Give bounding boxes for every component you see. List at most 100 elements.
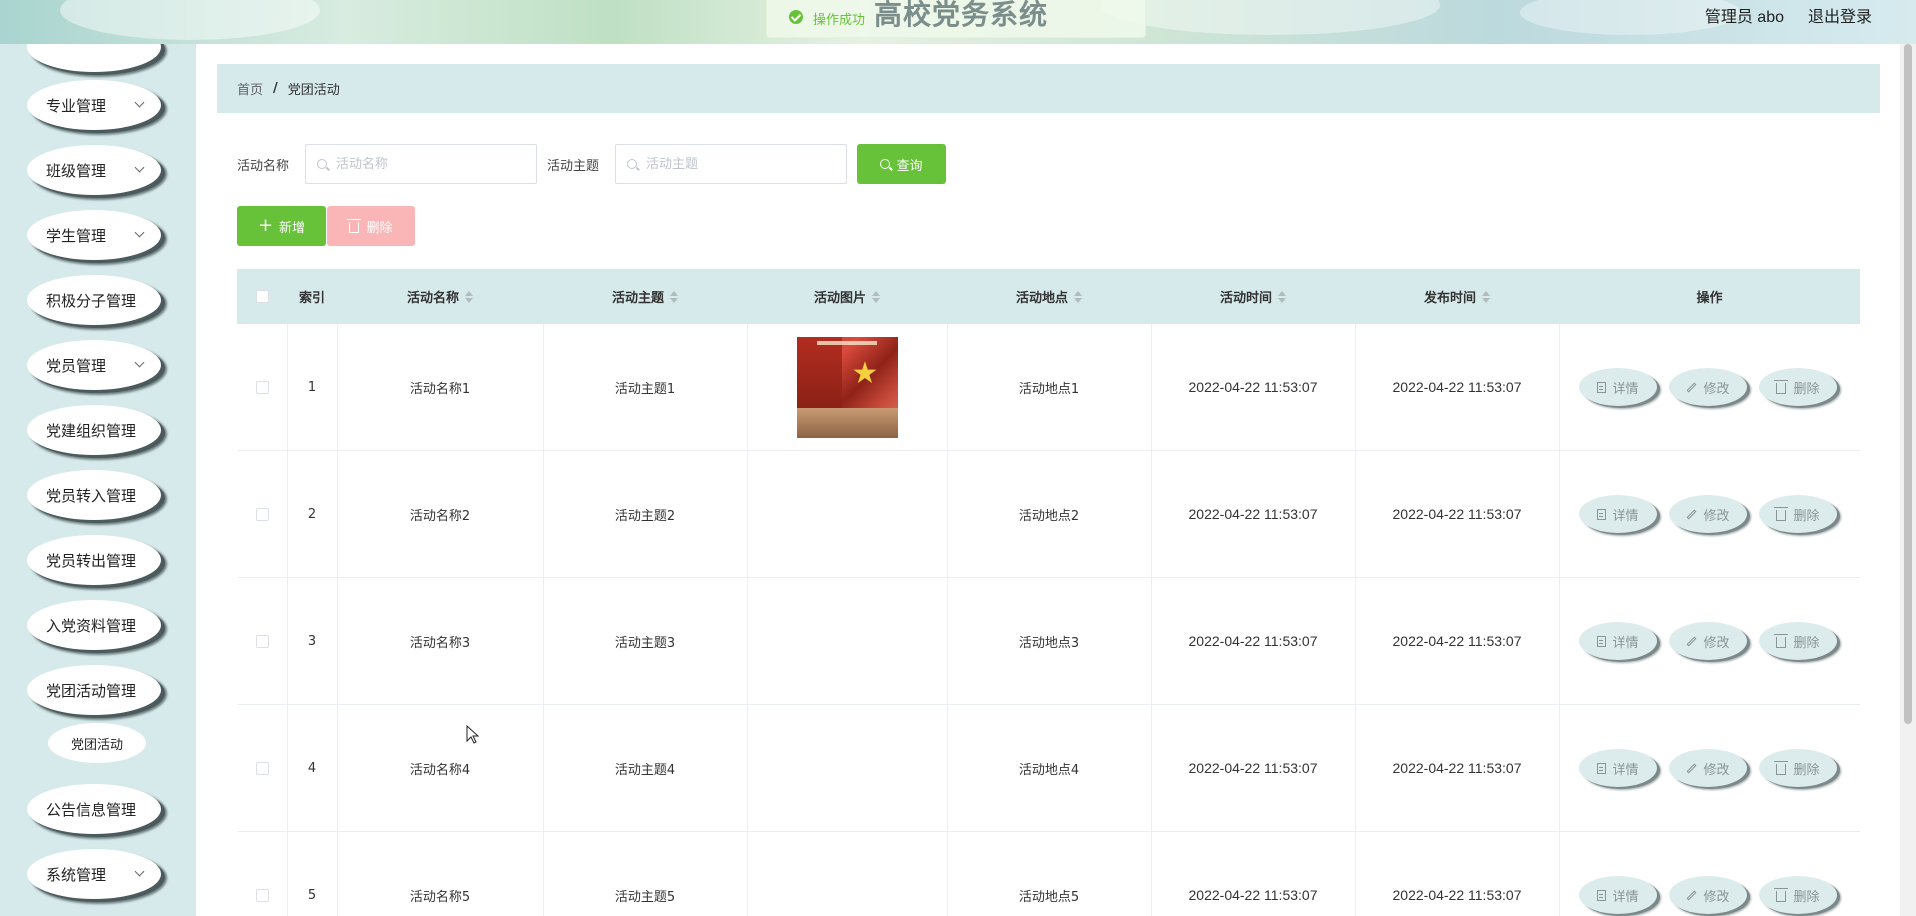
row-delete-button-label: 删除 [1793,381,1820,397]
sidebar-item[interactable]: 班级管理 [27,145,161,195]
sidebar-subitem-activities[interactable]: 党团活动 [48,723,146,763]
sort-caret-icon[interactable] [1482,290,1490,303]
column-header[interactable]: 发布时间 [1355,269,1559,324]
cell-activity-place: 活动地点3 [1018,635,1080,651]
sidebar-item[interactable]: 入党资料管理 [27,600,161,650]
table-row: 4 活动名称4 活动主题4 活动地点4 2022-04-22 11:53:07 2022-… [237,705,1860,832]
detail-button[interactable]: 详情 [1579,876,1657,914]
row-checkbox[interactable] [255,761,269,775]
column-header[interactable]: 活动主题 [543,269,747,324]
detail-button-label: 详情 [1612,889,1639,905]
edit-button-label: 修改 [1703,635,1730,651]
table-row: 1 活动名称1 活动主题1 ★ 活动地点1 2022-04-22 11:53:07 2022… [237,324,1860,451]
cell-index: 5 [307,887,317,903]
column-header[interactable]: 活动地点 [947,269,1151,324]
sidebar-item-label: 公告信息管理 [46,800,137,819]
column-header[interactable]: 活动时间 [1151,269,1355,324]
sort-caret-icon[interactable] [670,290,678,303]
sidebar-item[interactable]: 学生管理 [27,210,161,260]
scrollbar-thumb[interactable] [1904,44,1912,724]
activity-photo[interactable]: ★ [796,336,898,438]
cell-activity-place: 活动地点4 [1018,762,1080,778]
column-header: 操作 [1559,269,1860,324]
cell-activity-image [747,832,947,916]
breadcrumb-home[interactable]: 首页 [237,79,263,98]
sidebar-item-hidden[interactable] [27,44,161,72]
photo-floor [796,407,898,438]
row-checkbox[interactable] [255,507,269,521]
query-button[interactable]: 查询 [857,144,946,184]
row-checkbox[interactable] [255,380,269,394]
column-header-label: 活动主题 [611,291,664,306]
edit-button-label: 修改 [1703,762,1730,778]
activity-theme-input[interactable] [615,144,847,184]
sidebar-item-label: 党员转入管理 [46,486,137,505]
row-delete-button[interactable]: 删除 [1759,876,1837,914]
column-header-label: 活动图片 [813,291,866,306]
document-icon [1597,508,1607,520]
sort-caret-icon[interactable] [1278,290,1286,303]
sidebar-item-label: 专业管理 [46,96,107,115]
cell-publish-time: 2022-04-22 11:53:07 [1392,633,1522,649]
detail-button[interactable]: 详情 [1579,622,1657,660]
top-bar: 操作成功 高校党务系统 管理员 abo 退出登录 [0,0,1916,44]
sidebar-item[interactable]: 党员转出管理 [27,535,161,585]
sidebar-item[interactable]: 党建组织管理 [27,405,161,455]
detail-button-label: 详情 [1612,381,1639,397]
edit-button[interactable]: 修改 [1669,876,1747,914]
chevron-down-icon [134,866,145,877]
sidebar-item[interactable]: 积极分子管理 [27,275,161,325]
bulk-delete-button[interactable]: 删除 [327,206,415,246]
edit-button-label: 修改 [1703,889,1730,905]
sidebar-item[interactable]: 公告信息管理 [27,784,161,834]
column-header[interactable]: 活动名称 [337,269,543,324]
sidebar-item[interactable]: 系统管理 [27,849,161,899]
row-delete-button-label: 删除 [1793,635,1820,651]
edit-button[interactable]: 修改 [1669,622,1747,660]
sidebar-item-label: 党建组织管理 [46,421,137,440]
column-header[interactable]: 活动图片 [747,269,947,324]
page-scrollbar[interactable] [1900,44,1916,916]
detail-button-label: 详情 [1612,762,1639,778]
cell-activity-time: 2022-04-22 11:53:07 [1188,506,1318,522]
sidebar-item[interactable]: 党团活动管理 [27,665,161,715]
detail-button[interactable]: 详情 [1579,495,1657,533]
row-delete-button[interactable]: 删除 [1759,495,1837,533]
sidebar-item-label: 党员转出管理 [46,551,137,570]
sidebar-item-label: 入党资料管理 [46,616,137,635]
cell-activity-image [747,705,947,831]
cell-publish-time: 2022-04-22 11:53:07 [1392,506,1522,522]
sidebar-item[interactable]: 党员管理 [27,340,161,390]
sidebar-item[interactable]: 党员转入管理 [27,470,161,520]
row-delete-button[interactable]: 删除 [1759,368,1837,406]
row-delete-button[interactable]: 删除 [1759,749,1837,787]
detail-button[interactable]: 详情 [1579,749,1657,787]
edit-button[interactable]: 修改 [1669,749,1747,787]
add-button[interactable]: + 新增 [237,206,326,246]
sort-caret-icon[interactable] [1074,290,1082,303]
cell-operations: 详情 修改 删除 [1559,705,1860,831]
row-delete-button[interactable]: 删除 [1759,622,1837,660]
cell-activity-time: 2022-04-22 11:53:07 [1188,887,1318,903]
sort-caret-icon[interactable] [872,290,880,303]
cell-index: 3 [307,633,317,649]
edit-pen-icon [1687,763,1697,773]
cell-activity-name: 活动名称4 [409,762,471,778]
logout-link[interactable]: 退出登录 [1808,3,1872,27]
edit-button[interactable]: 修改 [1669,495,1747,533]
sidebar-item[interactable]: 专业管理 [27,80,161,130]
cell-index: 1 [307,379,317,395]
sort-caret-icon[interactable] [465,290,473,303]
activity-name-input[interactable] [305,144,537,184]
select-all-checkbox[interactable] [255,290,269,303]
sidebar-item-label: 积极分子管理 [46,291,137,310]
row-checkbox[interactable] [255,888,269,902]
row-checkbox-cell [237,832,287,916]
row-checkbox[interactable] [255,634,269,648]
edit-button[interactable]: 修改 [1669,368,1747,406]
table-row: 5 活动名称5 活动主题5 活动地点5 2022-04-22 11:53:07 2022-… [237,832,1860,916]
cell-activity-time: 2022-04-22 11:53:07 [1188,760,1318,776]
cell-operations: 详情 修改 删除 [1559,578,1860,704]
detail-button[interactable]: 详情 [1579,368,1657,406]
cell-activity-name: 活动名称3 [409,635,471,651]
